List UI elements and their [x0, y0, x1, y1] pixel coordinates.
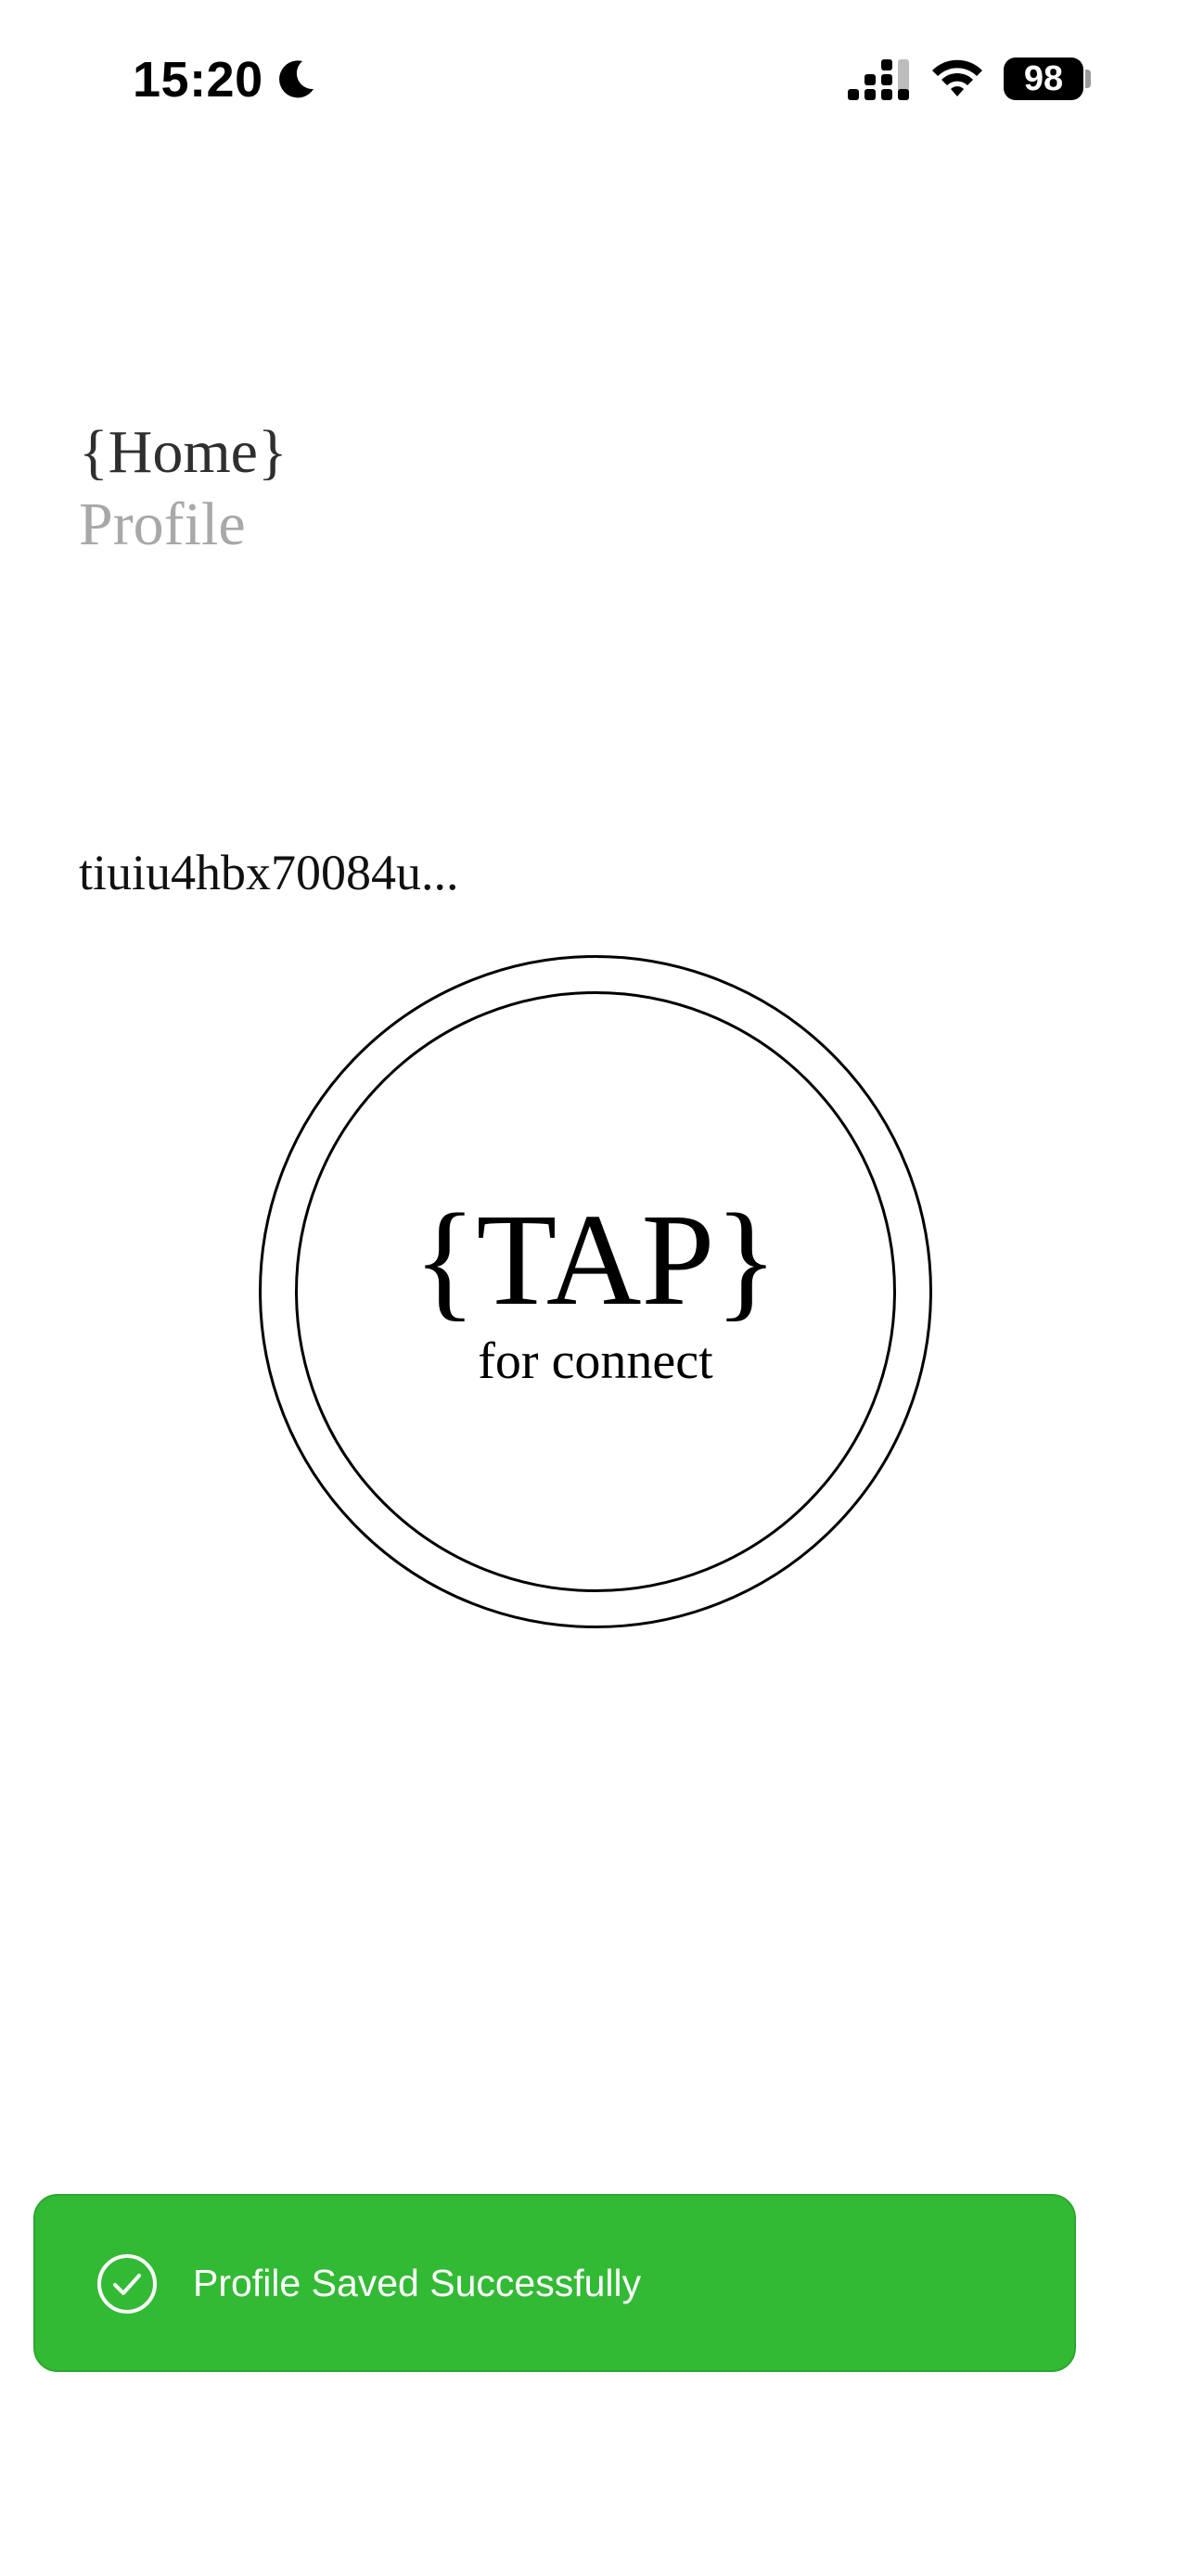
cellular-signal-icon — [848, 59, 909, 100]
tap-sublabel: for connect — [478, 1333, 713, 1390]
check-circle-icon — [97, 2254, 157, 2314]
wallet-address: tiuiu4hbx70084u... — [79, 845, 459, 900]
status-time: 15:20 — [133, 52, 263, 108]
battery-cap — [1085, 70, 1091, 88]
toast-message: Profile Saved Successfully — [193, 2262, 642, 2304]
moon-icon — [279, 60, 314, 98]
battery-indicator: 98 — [1004, 57, 1083, 100]
nav-profile[interactable]: Profile — [79, 488, 246, 562]
nav-home[interactable]: {Home} — [79, 415, 288, 490]
tap-label: {TAP} — [413, 1186, 778, 1333]
wifi-icon — [932, 59, 982, 96]
success-toast: Profile Saved Successfully — [33, 2194, 1076, 2372]
tap-connect-button[interactable]: {TAP} for connect — [259, 955, 932, 1628]
